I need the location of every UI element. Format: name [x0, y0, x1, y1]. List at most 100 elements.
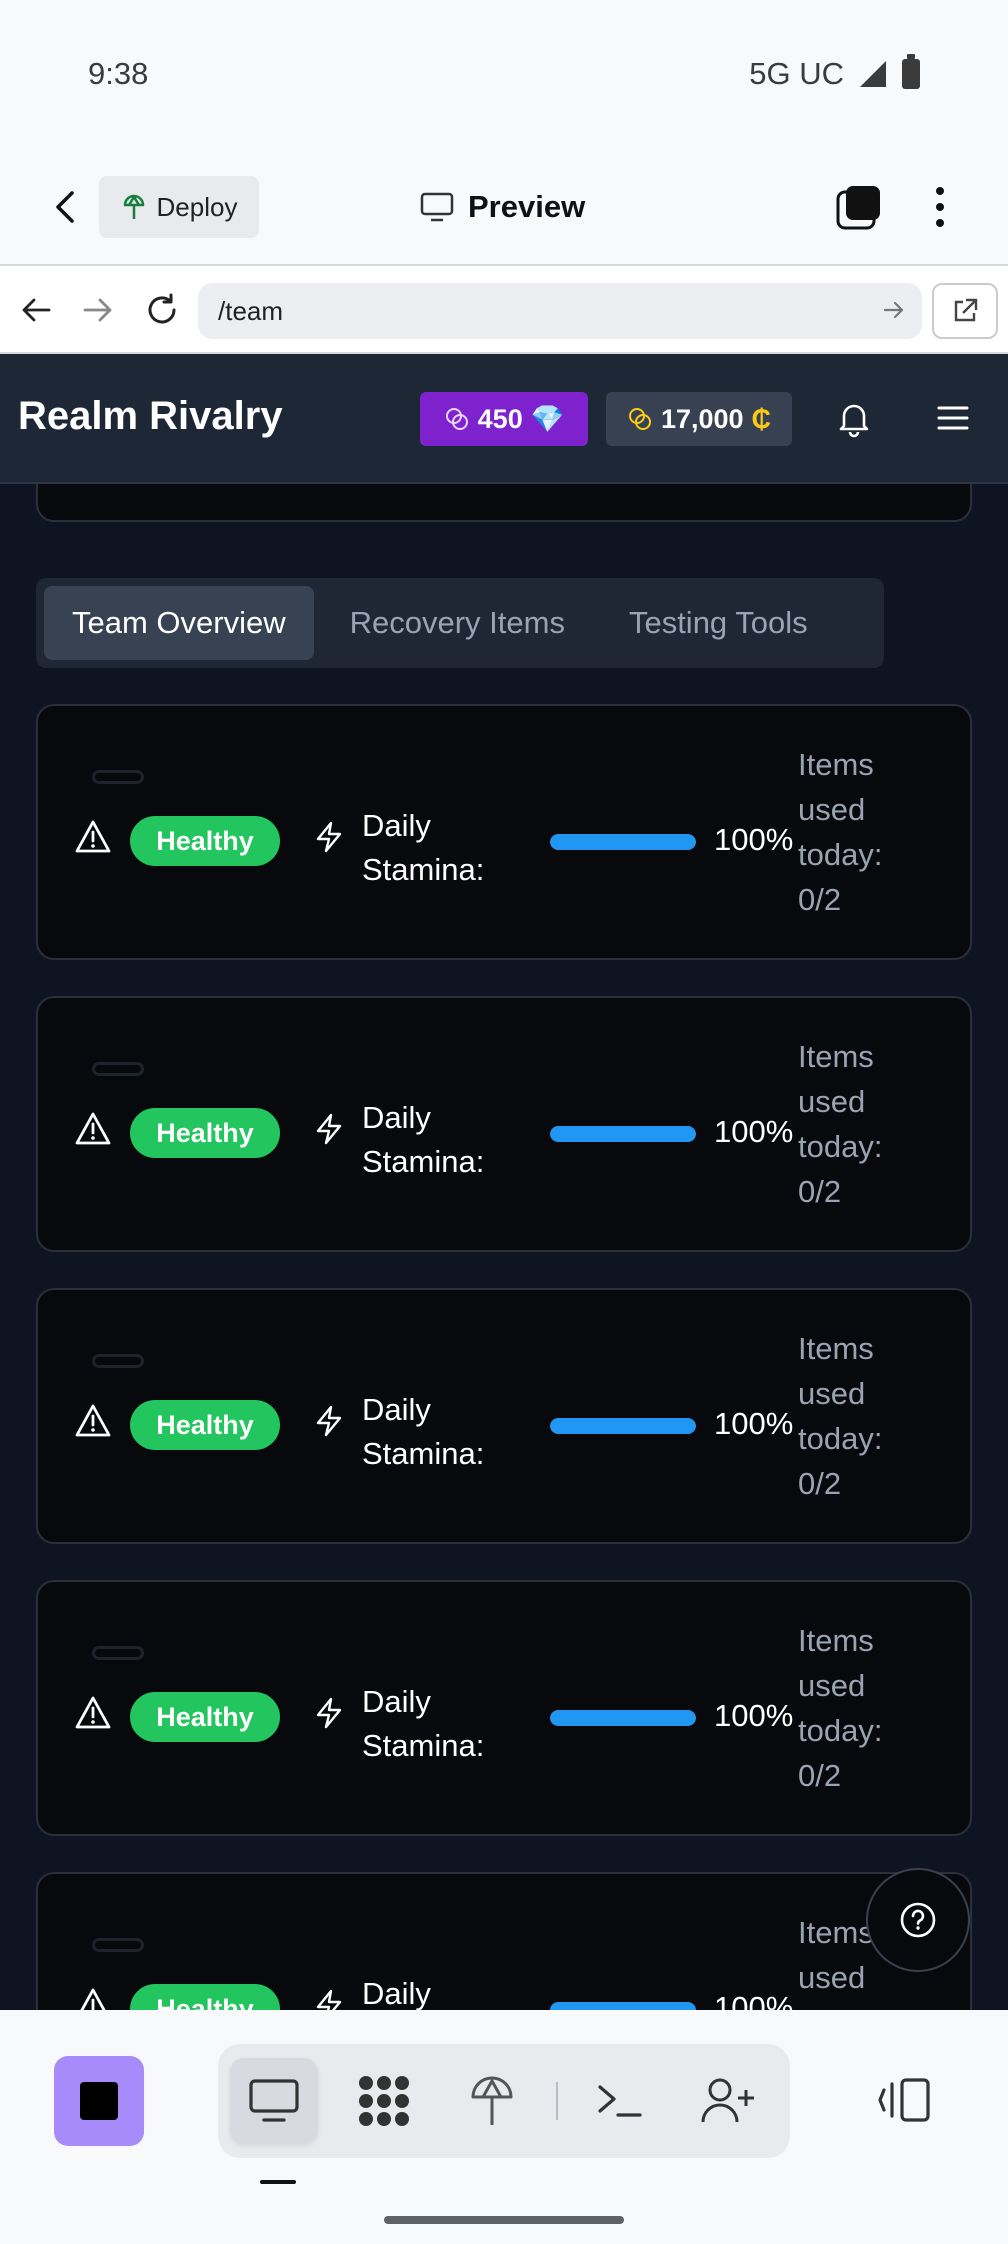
- stamina-percent: 100%: [714, 1990, 794, 2010]
- status-indicators: 5G UC: [749, 54, 920, 92]
- stamina-bar-fill: [550, 1710, 696, 1726]
- gems-value: 450: [477, 403, 523, 434]
- player-card[interactable]: Healthy Daily Stamina: 100% Items used t…: [36, 1288, 972, 1544]
- deploy-tool-button[interactable]: [448, 2058, 536, 2144]
- items-used-text: Items used today: 0/2: [798, 1331, 883, 1501]
- stamina-bar: [550, 1710, 696, 1726]
- status-badge: Healthy: [130, 1984, 280, 2010]
- warning-triangle-icon: [75, 1696, 111, 1729]
- tab-group: Team Overview Recovery Items Testing Too…: [36, 578, 884, 668]
- browser-forward-button[interactable]: [76, 288, 120, 332]
- monitor-icon: [249, 2079, 299, 2122]
- player-card[interactable]: Healthy Daily Stamina: 100% Items used t…: [36, 996, 972, 1252]
- stamina-label: Daily Stamina:: [362, 1392, 485, 1471]
- deploy-icon: [123, 194, 144, 219]
- stamina-label: Daily Stamina:: [362, 1976, 431, 2010]
- coins-icon: [628, 408, 651, 430]
- arrow-left-icon: [22, 298, 51, 322]
- name-placeholder: [92, 1354, 144, 1368]
- gem-icon: 💎: [530, 404, 565, 434]
- network-icon: [359, 2076, 409, 2126]
- player-card[interactable]: Healthy Daily Stamina: 100% Items used t…: [36, 1872, 972, 2010]
- stamina-label: Daily Stamina:: [362, 1100, 485, 1179]
- console-tool-button[interactable]: [576, 2058, 664, 2144]
- preview-title: Preview: [420, 180, 585, 234]
- deploy-label: Deploy: [156, 191, 238, 222]
- terminal-icon: [598, 2085, 642, 2117]
- sidebar-toggle-icon[interactable]: [876, 2072, 936, 2128]
- url-input[interactable]: /team: [198, 283, 922, 339]
- name-placeholder: [92, 1646, 144, 1660]
- browser-back-button[interactable]: [14, 288, 58, 332]
- url-text: /team: [218, 295, 284, 326]
- workspace-tool-button[interactable]: [340, 2058, 428, 2144]
- stamina-label: Daily Stamina:: [362, 1684, 485, 1763]
- app-bar: Deploy Preview: [0, 150, 1008, 264]
- warning-triangle-icon: [75, 1112, 111, 1145]
- lightning-icon: [316, 1113, 342, 1145]
- hamburger-menu-icon[interactable]: [936, 400, 970, 436]
- site-title[interactable]: Realm Rivalry: [18, 394, 283, 439]
- tab-team-overview[interactable]: Team Overview: [44, 586, 314, 660]
- external-link-icon: [954, 298, 978, 322]
- stamina-bar: [550, 1418, 696, 1434]
- tool-separator: [556, 2082, 558, 2120]
- deploy-button[interactable]: Deploy: [99, 176, 259, 238]
- status-badge: Healthy: [130, 1692, 280, 1742]
- help-button[interactable]: [866, 1868, 970, 1972]
- name-placeholder: [92, 770, 144, 784]
- bell-icon[interactable]: [834, 398, 874, 438]
- status-badge: Healthy: [130, 1400, 280, 1450]
- reload-button[interactable]: [140, 288, 184, 332]
- stamina-bar: [550, 1126, 696, 1142]
- stamina-bar: [550, 834, 696, 850]
- stamina-percent: 100%: [714, 1406, 794, 1441]
- battery-icon: [902, 54, 920, 89]
- credit-icon: ₵: [751, 403, 772, 434]
- items-used-text: Items used today: 0/2: [798, 747, 883, 917]
- stamina-percent: 100%: [714, 822, 794, 857]
- open-external-button[interactable]: [932, 283, 998, 339]
- stop-icon: [80, 2082, 118, 2120]
- stop-button[interactable]: [54, 2056, 144, 2146]
- status-bar: 9:38 5G UC: [0, 0, 1008, 150]
- tab-recovery-items[interactable]: Recovery Items: [322, 586, 593, 660]
- arrow-right-icon: [83, 298, 112, 322]
- stamina-bar-fill: [550, 834, 696, 850]
- signal-icon: [860, 61, 886, 87]
- gems-balance[interactable]: 450 💎: [420, 392, 588, 446]
- items-used-text: Items used today: 0/2: [798, 1039, 883, 1209]
- bottom-toolbar: [0, 2010, 1008, 2244]
- items-used-text: Items used today: 0/2: [798, 1623, 883, 1793]
- tool-group: [218, 2044, 790, 2158]
- reload-icon: [148, 293, 176, 324]
- player-card[interactable]: Healthy Daily Stamina: 100% Items used t…: [36, 1580, 972, 1836]
- status-badge: Healthy: [130, 816, 280, 866]
- stamina-bar: [550, 2002, 696, 2010]
- invite-tool-button[interactable]: [684, 2058, 772, 2144]
- more-options-icon[interactable]: [920, 180, 960, 234]
- back-button[interactable]: [40, 182, 90, 232]
- chevron-left-icon: [56, 191, 74, 223]
- preview-tool-button[interactable]: [230, 2058, 318, 2144]
- stamina-percent: 100%: [714, 1114, 794, 1149]
- stamina-bar-fill: [550, 1418, 696, 1434]
- player-card[interactable]: Healthy Daily Stamina: 100% Items used t…: [36, 704, 972, 960]
- monitor-icon: [420, 192, 454, 222]
- warning-triangle-icon: [75, 1404, 111, 1437]
- stamina-bar-fill: [550, 1126, 696, 1142]
- site-header: Realm Rivalry 450 💎 17,000 ₵: [0, 354, 1008, 484]
- credits-balance[interactable]: 17,000 ₵: [606, 392, 792, 446]
- network-label: 5G UC: [749, 56, 844, 91]
- lightning-icon: [316, 821, 342, 853]
- stamina-percent: 100%: [714, 1698, 794, 1733]
- name-placeholder: [92, 1938, 144, 1952]
- warning-triangle-icon: [75, 820, 111, 853]
- preview-label: Preview: [468, 189, 586, 224]
- tabs-icon[interactable]: [836, 184, 882, 230]
- credits-value: 17,000: [660, 403, 744, 434]
- go-arrow-icon[interactable]: [882, 295, 906, 325]
- lightning-icon: [316, 1405, 342, 1437]
- active-tab-indicator: [260, 2180, 296, 2184]
- tab-testing-tools[interactable]: Testing Tools: [601, 586, 836, 660]
